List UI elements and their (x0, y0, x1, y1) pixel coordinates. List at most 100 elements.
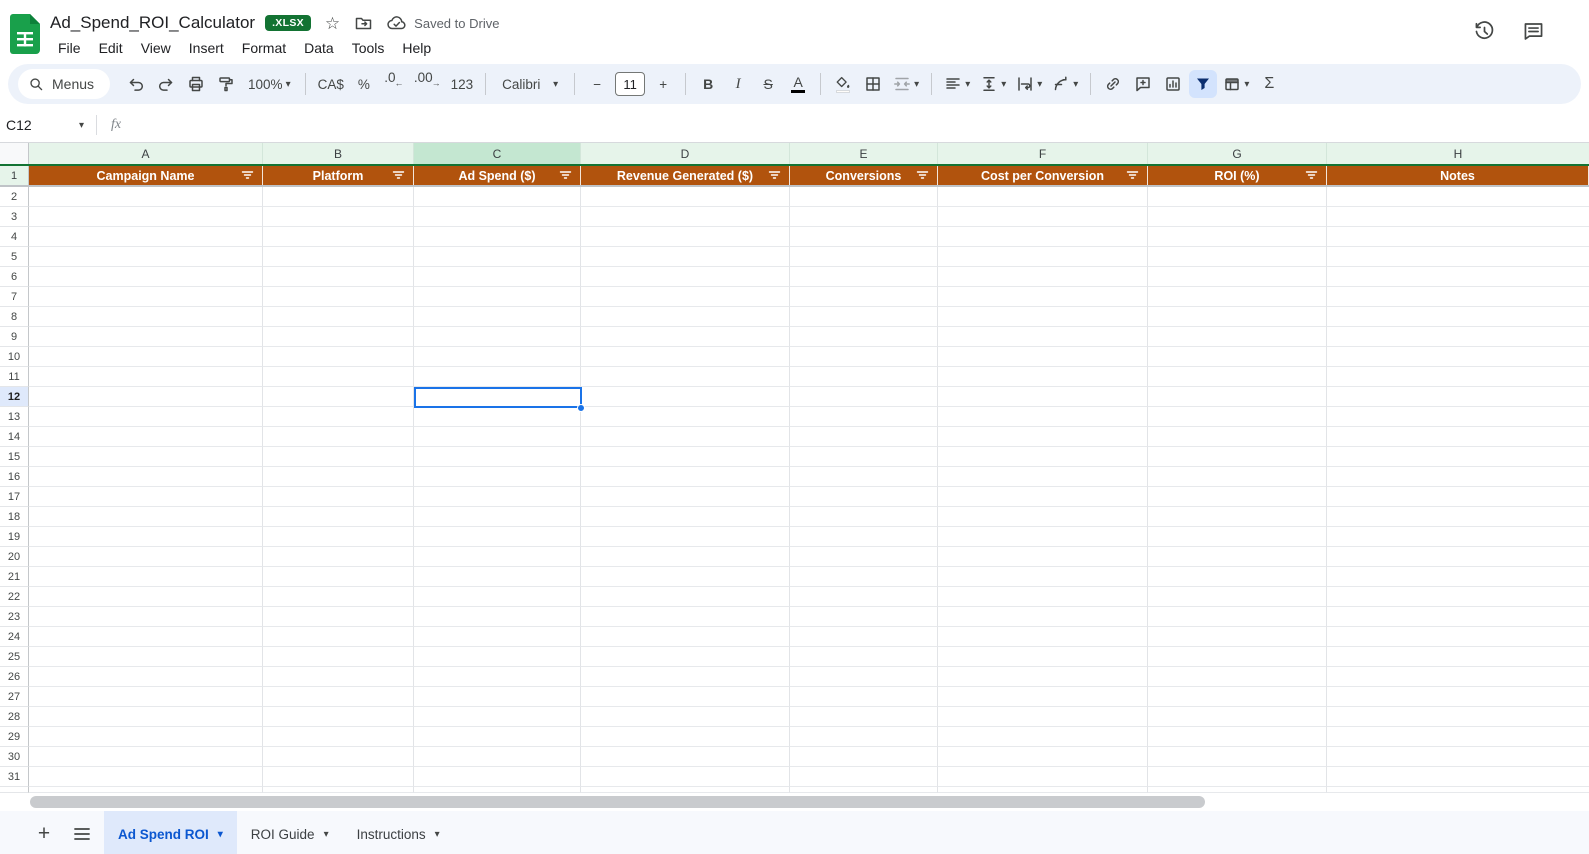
grid-cell[interactable] (414, 207, 581, 227)
bold-button[interactable]: B (694, 70, 722, 98)
grid-cell[interactable] (1148, 247, 1327, 267)
grid-cell[interactable] (790, 587, 938, 607)
grid-cell[interactable] (414, 347, 581, 367)
grid-cell[interactable] (263, 667, 414, 687)
grid-cell[interactable] (581, 427, 790, 447)
menus-search-button[interactable]: Menus (18, 69, 111, 99)
percent-format-button[interactable]: % (350, 70, 378, 98)
grid-cell[interactable] (1148, 527, 1327, 547)
menu-data[interactable]: Data (296, 38, 342, 58)
grid-cell[interactable] (1327, 507, 1589, 527)
all-sheets-button[interactable] (66, 818, 98, 850)
grid-cell[interactable] (581, 727, 790, 747)
grid-cell[interactable] (938, 707, 1148, 727)
grid-cell[interactable] (1327, 567, 1589, 587)
row-header[interactable]: 4 (0, 227, 29, 247)
grid-cell[interactable] (581, 227, 790, 247)
row-header[interactable]: 2 (0, 187, 29, 207)
grid-cell[interactable] (1148, 647, 1327, 667)
grid-cell[interactable] (29, 607, 263, 627)
menu-file[interactable]: File (50, 38, 89, 58)
text-wrap-button[interactable]: ▾ (1012, 70, 1046, 98)
grid-cell[interactable] (263, 647, 414, 667)
row-header[interactable]: 26 (0, 667, 29, 687)
filter-icon[interactable] (916, 169, 929, 182)
grid-cell[interactable] (581, 287, 790, 307)
grid-cell[interactable] (263, 727, 414, 747)
grid-cell[interactable] (790, 707, 938, 727)
grid-cell[interactable] (414, 567, 581, 587)
grid-cell[interactable] (1148, 347, 1327, 367)
header-notes[interactable]: Notes (1327, 166, 1589, 185)
grid-cell[interactable] (263, 767, 414, 787)
grid-cell[interactable] (1148, 747, 1327, 767)
grid-cell[interactable] (581, 267, 790, 287)
grid-cell[interactable] (263, 207, 414, 227)
grid-cell[interactable] (581, 667, 790, 687)
table-views-button[interactable]: ▾ (1219, 70, 1253, 98)
grid-cell[interactable] (29, 507, 263, 527)
grid-cell[interactable] (414, 527, 581, 547)
grid-cell[interactable] (790, 567, 938, 587)
grid-cell[interactable] (414, 327, 581, 347)
merge-cells-button[interactable]: ▾ (889, 70, 923, 98)
menu-edit[interactable]: Edit (91, 38, 131, 58)
sheets-logo-icon[interactable] (10, 14, 40, 54)
grid-cell[interactable] (1148, 627, 1327, 647)
grid-cell[interactable] (938, 647, 1148, 667)
version-history-icon[interactable] (1473, 20, 1496, 43)
chevron-down-icon[interactable]: ▾ (435, 829, 440, 840)
grid-cell[interactable] (581, 747, 790, 767)
grid-cell[interactable] (29, 427, 263, 447)
horizontal-scrollbar-thumb[interactable] (30, 796, 1205, 808)
grid-cell[interactable] (414, 647, 581, 667)
grid-cell[interactable] (263, 567, 414, 587)
grid-cell[interactable] (414, 427, 581, 447)
grid-cell[interactable] (414, 367, 581, 387)
header-campaign-name[interactable]: Campaign Name (29, 166, 263, 185)
grid-cell[interactable] (263, 627, 414, 647)
grid-cell[interactable] (263, 547, 414, 567)
filter-icon[interactable] (768, 169, 781, 182)
grid-cell[interactable] (263, 187, 414, 207)
row-header[interactable]: 17 (0, 487, 29, 507)
grid-cell[interactable] (1327, 687, 1589, 707)
grid-cell[interactable] (790, 287, 938, 307)
row-header[interactable]: 20 (0, 547, 29, 567)
grid-cell[interactable] (790, 747, 938, 767)
row-header[interactable]: 31 (0, 767, 29, 787)
grid-cell[interactable] (790, 627, 938, 647)
grid-cell[interactable] (263, 327, 414, 347)
header-cost-per-conversion[interactable]: Cost per Conversion (938, 166, 1148, 185)
grid-cell[interactable] (263, 267, 414, 287)
grid-cell[interactable] (29, 527, 263, 547)
grid-cell[interactable] (790, 607, 938, 627)
star-icon[interactable]: ☆ (325, 15, 340, 32)
grid-cell[interactable] (263, 507, 414, 527)
grid-cell[interactable] (790, 467, 938, 487)
grid-cell[interactable] (414, 687, 581, 707)
grid-cell[interactable] (414, 447, 581, 467)
grid-cell[interactable] (581, 467, 790, 487)
grid-cell[interactable] (581, 507, 790, 527)
grid-cell[interactable] (1327, 327, 1589, 347)
column-header-g[interactable]: G (1148, 143, 1327, 164)
grid-cell[interactable] (790, 687, 938, 707)
grid-cell[interactable] (1148, 287, 1327, 307)
grid-cell[interactable] (938, 447, 1148, 467)
grid-cell[interactable] (938, 207, 1148, 227)
grid-cell[interactable] (1327, 187, 1589, 207)
grid-cell[interactable] (1327, 287, 1589, 307)
menu-format[interactable]: Format (234, 38, 294, 58)
grid-cell[interactable] (1327, 627, 1589, 647)
grid-cell[interactable] (263, 227, 414, 247)
grid-cell[interactable] (938, 187, 1148, 207)
italic-button[interactable]: I (724, 70, 752, 98)
row-header[interactable]: 21 (0, 567, 29, 587)
row-header[interactable]: 10 (0, 347, 29, 367)
grid-cell[interactable] (581, 387, 790, 407)
grid-cell[interactable] (414, 767, 581, 787)
grid-cell[interactable] (1148, 227, 1327, 247)
comments-icon[interactable] (1522, 20, 1545, 43)
grid-cell[interactable] (29, 687, 263, 707)
